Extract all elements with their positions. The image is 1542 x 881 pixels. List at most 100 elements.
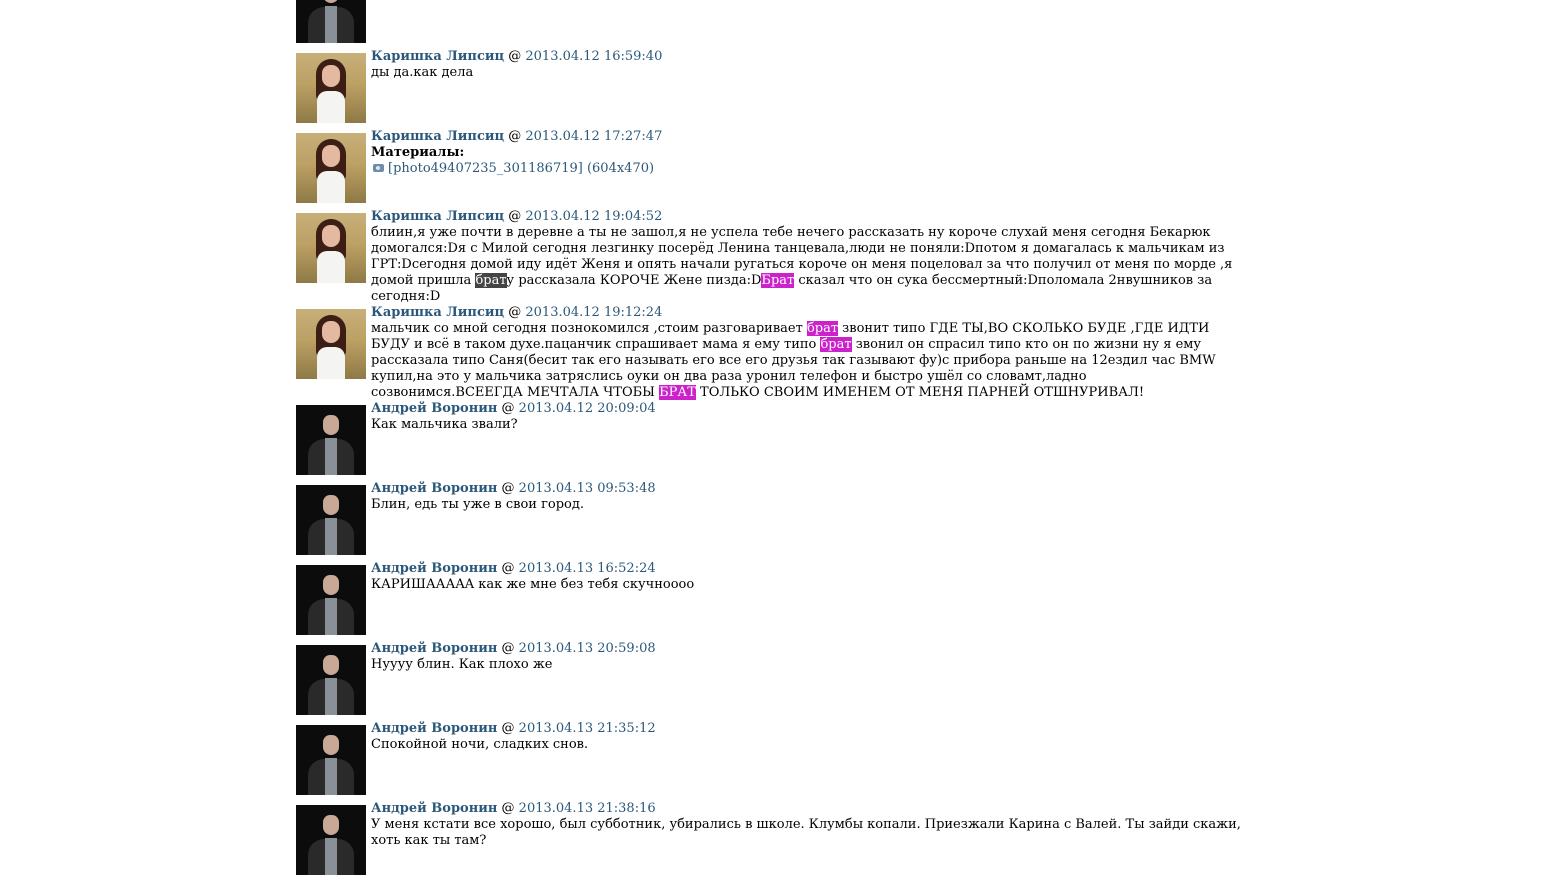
avatar[interactable] [296, 53, 366, 123]
separator: @ [508, 305, 522, 320]
photo-attachment-link[interactable]: [photo49407235_301186719] (604x470) [371, 161, 1242, 177]
camera-icon [373, 164, 384, 172]
author-link[interactable]: Андрей Воронин [371, 721, 497, 736]
message-text: мальчик со мной сегодня познокомился ,ст… [371, 321, 1242, 401]
message-item: Каришка Липсиц @ 2013.04.12 19:04:52 блии… [296, 209, 1242, 305]
message-date-link[interactable]: 2013.04.12 19:12:24 [525, 305, 662, 320]
message-body [371, 0, 1242, 49]
author-link[interactable]: Андрей Воронин [371, 561, 497, 576]
message-header: Андрей Воронин @ 2013.04.13 16:52:24 [371, 561, 1242, 577]
message-feed: Каришка Липсиц @ 2013.04.12 16:59:40 ды д… [296, 0, 1242, 881]
avatar[interactable] [296, 645, 366, 715]
text-segment: ТОЛЬКО СВОИМ ИМЕНЕМ ОТ МЕНЯ ПАРНЕЙ ОТШНУ… [695, 385, 1145, 400]
message-item: Андрей Воронин @ 2013.04.13 16:52:24 КАРИ… [296, 561, 1242, 641]
message-item [296, 0, 1242, 49]
message-header: Каришка Липсиц @ 2013.04.12 16:59:40 [371, 49, 1242, 65]
message-text: Спокойной ночи, сладких снов. [371, 737, 1242, 753]
avatar[interactable] [296, 565, 366, 635]
message-body: Андрей Воронин @ 2013.04.13 16:52:24 КАРИ… [371, 561, 1242, 641]
text-segment: Как мальчика звали? [371, 417, 518, 432]
separator: @ [501, 801, 515, 816]
message-text: Блин, едь ты уже в свои город. [371, 497, 1242, 513]
author-link[interactable]: Каришка Липсиц [371, 209, 504, 224]
text-segment: Спокойной ночи, сладких снов. [371, 737, 589, 752]
message-body: Андрей Воронин @ 2013.04.13 09:53:48 Блин… [371, 481, 1242, 561]
message-date-link[interactable]: 2013.04.13 20:59:08 [519, 641, 656, 656]
message-header: Андрей Воронин @ 2013.04.13 20:59:08 [371, 641, 1242, 657]
separator: @ [508, 49, 522, 64]
message-text: Нуууу блин. Как плохо же [371, 657, 1242, 673]
message-body: Каришка Липсиц @ 2013.04.12 17:27:47 Мате… [371, 129, 1242, 209]
photo-attachment-text: [photo49407235_301186719] (604x470) [388, 161, 655, 176]
message-item: Каришка Липсиц @ 2013.04.12 16:59:40 ды д… [296, 49, 1242, 129]
message-date-link[interactable]: 2013.04.12 19:04:52 [525, 209, 662, 224]
message-body: Каришка Липсиц @ 2013.04.12 19:04:52 блии… [371, 209, 1242, 305]
message-header: Андрей Воронин @ 2013.04.13 09:53:48 [371, 481, 1242, 497]
message-text: У меня кстати все хорошо, был субботник,… [371, 817, 1242, 849]
message-item: Андрей Воронин @ 2013.04.13 09:53:48 Блин… [296, 481, 1242, 561]
avatar[interactable] [296, 405, 366, 475]
text-segment: ды да.как дела [371, 65, 474, 80]
message-body: Андрей Воронин @ 2013.04.13 21:38:16 У ме… [371, 801, 1242, 881]
message-header: Андрей Воронин @ 2013.04.13 21:38:16 [371, 801, 1242, 817]
message-date-link[interactable]: 2013.04.13 09:53:48 [519, 481, 656, 496]
message-text: блиин,я уже почти в деревне а ты не зашо… [371, 225, 1242, 305]
message-text: КАРИШАААAA как же мне без тебя скучноооо [371, 577, 1242, 593]
avatar[interactable] [296, 309, 366, 379]
message-item: Андрей Воронин @ 2013.04.13 20:59:08 Нууу… [296, 641, 1242, 721]
avatar[interactable] [296, 213, 366, 283]
message-body: Каришка Липсиц @ 2013.04.12 16:59:40 ды д… [371, 49, 1242, 129]
message-header: Андрей Воронин @ 2013.04.13 21:35:12 [371, 721, 1242, 737]
avatar[interactable] [296, 805, 366, 875]
search-highlight-current: брат [475, 273, 507, 288]
attachments-label: Материалы: [371, 145, 465, 160]
message-date-link[interactable]: 2013.04.12 17:27:47 [525, 129, 662, 144]
text-segment: КАРИШАААAA как же мне без тебя скучноооо [371, 577, 695, 592]
avatar[interactable] [296, 485, 366, 555]
message-header: Андрей Воронин @ 2013.04.12 20:09:04 [371, 401, 1242, 417]
text-segment: у рассказала КОРОЧЕ Жене пизда:D [506, 273, 762, 288]
message-body: Андрей Воронин @ 2013.04.13 20:59:08 Нууу… [371, 641, 1242, 721]
avatar[interactable] [296, 0, 366, 43]
author-link[interactable]: Андрей Воронин [371, 481, 497, 496]
text-segment: мальчик со мной сегодня познокомился ,ст… [371, 321, 807, 336]
message-text: Как мальчика звали? [371, 417, 1242, 433]
message-item: Андрей Воронин @ 2013.04.13 21:35:12 Спок… [296, 721, 1242, 801]
message-text: ды да.как дела [371, 65, 1242, 81]
avatar[interactable] [296, 133, 366, 203]
search-highlight: БРАТ [659, 385, 696, 400]
message-item: Каришка Липсиц @ 2013.04.12 17:27:47 Мате… [296, 129, 1242, 209]
message-item: Андрей Воронин @ 2013.04.13 21:38:16 У ме… [296, 801, 1242, 881]
separator: @ [501, 641, 515, 656]
message-header: Каришка Липсиц @ 2013.04.12 19:12:24 [371, 305, 1242, 321]
message-date-link[interactable]: 2013.04.13 21:35:12 [519, 721, 656, 736]
author-link[interactable]: Каришка Липсиц [371, 305, 504, 320]
separator: @ [508, 129, 522, 144]
message-item: Андрей Воронин @ 2013.04.12 20:09:04 Как … [296, 401, 1242, 481]
search-highlight: брат [820, 337, 852, 352]
search-highlight: брат [806, 321, 839, 336]
message-body: Каришка Липсиц @ 2013.04.12 19:12:24 маль… [371, 305, 1242, 401]
separator: @ [501, 481, 515, 496]
search-highlight: Брат [761, 273, 795, 288]
message-date-link[interactable]: 2013.04.13 16:52:24 [519, 561, 656, 576]
message-body: Андрей Воронин @ 2013.04.13 21:35:12 Спок… [371, 721, 1242, 801]
separator: @ [501, 561, 515, 576]
message-date-link[interactable]: 2013.04.13 21:38:16 [519, 801, 656, 816]
text-segment: Нуууу блин. Как плохо же [371, 657, 553, 672]
text-segment: У меня кстати все хорошо, был субботник,… [371, 817, 1241, 848]
message-body: Андрей Воронин @ 2013.04.12 20:09:04 Как … [371, 401, 1242, 481]
author-link[interactable]: Андрей Воронин [371, 801, 497, 816]
avatar[interactable] [296, 725, 366, 795]
message-date-link[interactable]: 2013.04.12 20:09:04 [519, 401, 656, 416]
author-link[interactable]: Каришка Липсиц [371, 129, 504, 144]
separator: @ [508, 209, 522, 224]
message-date-link[interactable]: 2013.04.12 16:59:40 [525, 49, 662, 64]
separator: @ [501, 721, 515, 736]
separator: @ [501, 401, 515, 416]
message-item: Каришка Липсиц @ 2013.04.12 19:12:24 маль… [296, 305, 1242, 401]
author-link[interactable]: Андрей Воронин [371, 641, 497, 656]
message-header: Каришка Липсиц @ 2013.04.12 17:27:47 [371, 129, 1242, 145]
author-link[interactable]: Андрей Воронин [371, 401, 497, 416]
author-link[interactable]: Каришка Липсиц [371, 49, 504, 64]
